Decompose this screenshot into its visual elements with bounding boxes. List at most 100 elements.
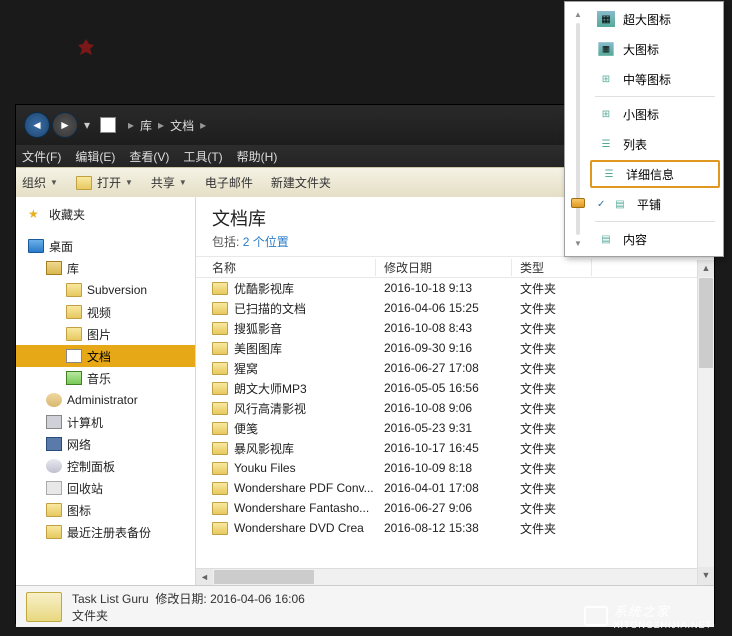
file-type: 文件夹 xyxy=(512,300,592,317)
file-date: 2016-06-27 9:06 xyxy=(376,501,512,515)
file-date: 2016-10-09 8:18 xyxy=(376,461,512,475)
file-name: 猩窝 xyxy=(234,360,258,377)
folder-icon xyxy=(46,503,62,517)
file-date: 2016-10-08 8:43 xyxy=(376,321,512,335)
file-type: 文件夹 xyxy=(512,440,592,457)
file-row[interactable]: 搜狐影音2016-10-08 8:43文件夹 xyxy=(196,318,714,338)
folder-icon xyxy=(212,322,228,335)
col-name[interactable]: 名称 xyxy=(196,259,376,276)
file-name: 优酷影视库 xyxy=(234,280,294,297)
video-icon xyxy=(66,305,82,319)
slider-knob[interactable] xyxy=(571,198,585,208)
file-type: 文件夹 xyxy=(512,420,592,437)
sidebar-favorites[interactable]: ★收藏夹 xyxy=(16,203,195,225)
view-content[interactable]: ▤内容 xyxy=(589,224,721,254)
file-row[interactable]: 已扫描的文档2016-04-06 15:25文件夹 xyxy=(196,298,714,318)
folder-icon xyxy=(212,482,228,495)
menu-edit[interactable]: 编辑(E) xyxy=(75,148,115,165)
col-date[interactable]: 修改日期 xyxy=(376,259,512,276)
file-type: 文件夹 xyxy=(512,480,592,497)
sidebar-music[interactable]: 音乐 xyxy=(16,367,195,389)
breadcrumb-documents[interactable]: 文档 xyxy=(170,117,194,134)
file-row[interactable]: 暴风影视库2016-10-17 16:45文件夹 xyxy=(196,438,714,458)
file-date: 2016-10-17 16:45 xyxy=(376,441,512,455)
file-date: 2016-05-05 16:56 xyxy=(376,381,512,395)
vertical-scrollbar[interactable]: ▲ ▼ xyxy=(697,260,714,584)
file-type: 文件夹 xyxy=(512,380,592,397)
file-row[interactable]: Wondershare Fantasho...2016-06-27 9:06文件… xyxy=(196,498,714,518)
file-name: 搜狐影音 xyxy=(234,320,282,337)
file-date: 2016-04-01 17:08 xyxy=(376,481,512,495)
file-name: 已扫描的文档 xyxy=(234,300,306,317)
file-row[interactable]: Wondershare DVD Crea2016-08-12 15:38文件夹 xyxy=(196,518,714,538)
menu-file[interactable]: 文件(F) xyxy=(22,148,61,165)
view-large[interactable]: ▦大图标 xyxy=(589,34,721,64)
file-type: 文件夹 xyxy=(512,520,592,537)
folder-icon xyxy=(212,442,228,455)
view-tiles[interactable]: ✓▤平铺 xyxy=(589,189,721,219)
file-row[interactable]: 便笺2016-05-23 9:31文件夹 xyxy=(196,418,714,438)
file-row[interactable]: Youku Files2016-10-09 8:18文件夹 xyxy=(196,458,714,478)
documents-icon xyxy=(66,349,82,363)
tb-newfolder[interactable]: 新建文件夹 xyxy=(271,174,331,191)
menu-tools[interactable]: 工具(T) xyxy=(183,148,222,165)
file-name: 美图图库 xyxy=(234,340,282,357)
library-icon xyxy=(46,261,62,275)
sidebar-recent[interactable]: 最近注册表备份 xyxy=(16,521,195,543)
menu-help[interactable]: 帮助(H) xyxy=(237,148,278,165)
column-headers: 名称 修改日期 类型 xyxy=(196,256,714,278)
breadcrumb-library[interactable]: 库 xyxy=(140,117,152,134)
sidebar-network[interactable]: 网络 xyxy=(16,433,195,455)
file-name: Youku Files xyxy=(234,461,296,475)
pictures-icon xyxy=(66,327,82,341)
sidebar-pictures[interactable]: 图片 xyxy=(16,323,195,345)
watermark: 系统之家 XITONGZHIJIA.NET xyxy=(584,601,712,630)
status-date: 2016-04-06 16:06 xyxy=(210,592,305,606)
sidebar-computer[interactable]: 计算机 xyxy=(16,411,195,433)
view-list[interactable]: ☰列表 xyxy=(589,129,721,159)
folder-icon xyxy=(46,525,62,539)
forward-button[interactable]: ► xyxy=(52,112,78,138)
view-size-slider[interactable]: ▲ ▼ xyxy=(567,4,589,254)
sidebar-control[interactable]: 控制面板 xyxy=(16,455,195,477)
network-icon xyxy=(46,437,62,451)
file-row[interactable]: 风行高清影视2016-10-08 9:06文件夹 xyxy=(196,398,714,418)
sidebar-icons[interactable]: 图标 xyxy=(16,499,195,521)
tb-organize[interactable]: 组织▼ xyxy=(22,174,58,191)
control-icon xyxy=(46,459,62,473)
col-type[interactable]: 类型 xyxy=(512,259,592,276)
file-row[interactable]: Wondershare PDF Conv...2016-04-01 17:08文… xyxy=(196,478,714,498)
user-icon xyxy=(46,393,62,407)
folder-icon xyxy=(212,422,228,435)
file-name: 风行高清影视 xyxy=(234,400,306,417)
view-medium[interactable]: ⊞中等图标 xyxy=(589,64,721,94)
menu-view[interactable]: 查看(V) xyxy=(129,148,169,165)
tb-email[interactable]: 电子邮件 xyxy=(205,174,253,191)
back-button[interactable]: ◄ xyxy=(24,112,50,138)
file-row[interactable]: 优酷影视库2016-10-18 9:13文件夹 xyxy=(196,278,714,298)
sidebar-subversion[interactable]: Subversion xyxy=(16,279,195,301)
view-small[interactable]: ⊞小图标 xyxy=(589,99,721,129)
file-row[interactable]: 美图图库2016-09-30 9:16文件夹 xyxy=(196,338,714,358)
sidebar-desktop[interactable]: 桌面 xyxy=(16,235,195,257)
horizontal-scrollbar[interactable]: ◄► xyxy=(196,568,714,585)
sidebar-recycle[interactable]: 回收站 xyxy=(16,477,195,499)
tb-open[interactable]: 打开▼ xyxy=(76,174,133,191)
sidebar-library[interactable]: 库 xyxy=(16,257,195,279)
computer-icon xyxy=(46,415,62,429)
file-row[interactable]: 朗文大师MP32016-05-05 16:56文件夹 xyxy=(196,378,714,398)
view-extra-large[interactable]: ▦超大图标 xyxy=(589,4,721,34)
file-type: 文件夹 xyxy=(512,360,592,377)
tb-share[interactable]: 共享▼ xyxy=(151,174,187,191)
sidebar-admin[interactable]: Administrator xyxy=(16,389,195,411)
status-name: Task List Guru xyxy=(72,592,149,606)
file-row[interactable]: 猩窝2016-06-27 17:08文件夹 xyxy=(196,358,714,378)
view-details[interactable]: ☰详细信息 xyxy=(590,160,720,188)
sidebar-video[interactable]: 视频 xyxy=(16,301,195,323)
file-type: 文件夹 xyxy=(512,280,592,297)
open-icon xyxy=(76,176,92,190)
folder-icon xyxy=(66,283,82,297)
file-name: Wondershare DVD Crea xyxy=(234,521,364,535)
sidebar-documents[interactable]: 文档 xyxy=(16,345,195,367)
nav-history-dropdown[interactable]: ▾ xyxy=(84,118,96,132)
